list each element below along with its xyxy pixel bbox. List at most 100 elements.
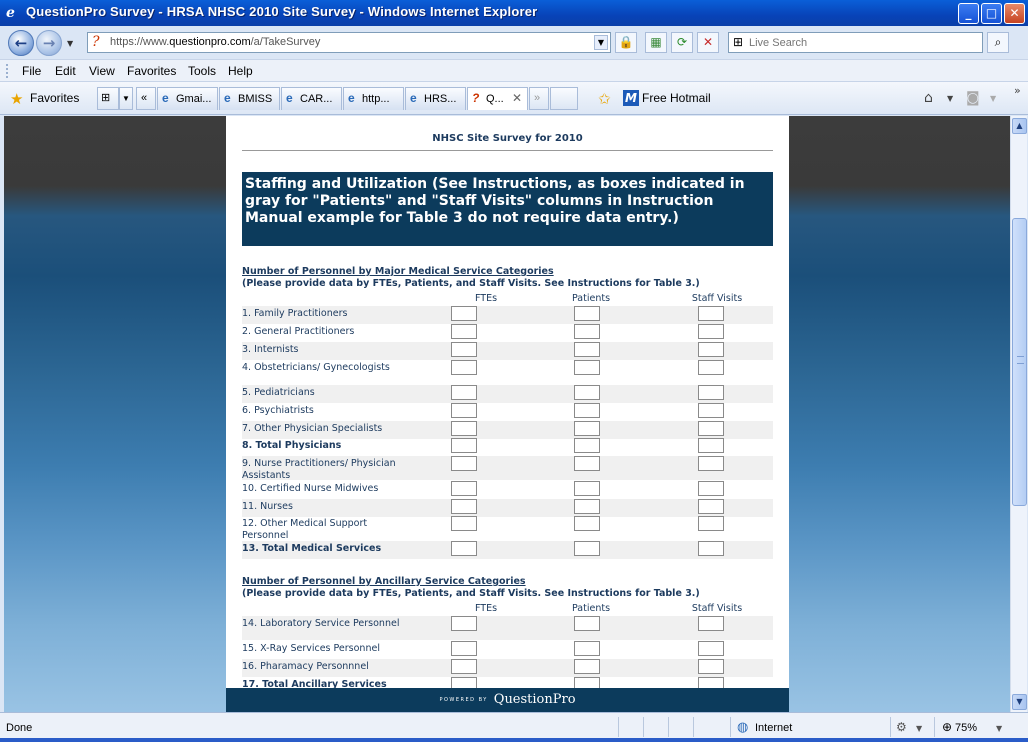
fte-input[interactable]: [451, 324, 477, 339]
staff-visits-input[interactable]: [698, 421, 724, 436]
tab-list-dropdown-icon[interactable]: ▼: [119, 87, 133, 110]
staff-visits-input[interactable]: [698, 438, 724, 453]
minimize-button[interactable]: _: [958, 3, 979, 24]
fte-input[interactable]: [451, 641, 477, 656]
tab-car[interactable]: e CAR...: [281, 87, 342, 110]
protected-mode-icon[interactable]: ⚙: [896, 720, 907, 734]
menu-tools[interactable]: Tools: [188, 64, 216, 78]
staff-visits-input[interactable]: [698, 541, 724, 556]
patients-input[interactable]: [574, 659, 600, 674]
staff-visits-input[interactable]: [698, 456, 724, 471]
tab-scroll-left-icon[interactable]: «: [136, 87, 156, 110]
protected-mode-dropdown-icon[interactable]: ▼: [916, 724, 922, 733]
search-field[interactable]: ⊞: [728, 32, 983, 53]
zoom-icon[interactable]: ⊕: [942, 720, 952, 734]
patients-input[interactable]: [574, 456, 600, 471]
patients-input[interactable]: [574, 342, 600, 357]
stop-icon[interactable]: ✕: [697, 32, 719, 53]
scroll-down-icon[interactable]: ▼: [1012, 694, 1027, 710]
menu-file[interactable]: File: [22, 64, 41, 78]
quick-tabs-icon[interactable]: ⊞: [97, 87, 119, 110]
patients-input[interactable]: [574, 541, 600, 556]
staff-visits-input[interactable]: [698, 306, 724, 321]
patients-input[interactable]: [574, 516, 600, 531]
fte-input[interactable]: [451, 456, 477, 471]
staff-visits-input[interactable]: [698, 616, 724, 631]
back-button[interactable]: ←: [8, 30, 34, 56]
staff-visits-input[interactable]: [698, 499, 724, 514]
tab-http[interactable]: e http...: [343, 87, 404, 110]
home-icon[interactable]: ⌂: [924, 90, 933, 106]
menu-help[interactable]: Help: [228, 64, 253, 78]
fte-input[interactable]: [451, 541, 477, 556]
feeds-icon[interactable]: ◙: [966, 90, 980, 106]
recent-pages-dropdown-icon[interactable]: ▼: [67, 39, 73, 48]
tab-bmiss[interactable]: e BMISS: [219, 87, 280, 110]
staff-visits-input[interactable]: [698, 481, 724, 496]
url-dropdown-icon[interactable]: ▼: [594, 35, 608, 50]
scrollbar-thumb[interactable]: [1012, 218, 1027, 506]
home-dropdown-icon[interactable]: ▼: [947, 94, 953, 103]
menu-view[interactable]: View: [89, 64, 115, 78]
forward-button[interactable]: →: [36, 30, 62, 56]
staff-visits-input[interactable]: [698, 516, 724, 531]
patients-input[interactable]: [574, 499, 600, 514]
scroll-up-icon[interactable]: ▲: [1012, 118, 1027, 134]
fte-input[interactable]: [451, 481, 477, 496]
add-favorite-icon[interactable]: ✩: [598, 90, 611, 108]
favorites-button[interactable]: Favorites: [30, 91, 79, 105]
compatibility-icon[interactable]: ▦: [645, 32, 667, 53]
favorites-star-icon[interactable]: ★: [10, 90, 23, 108]
tab-scroll-right-icon[interactable]: »: [529, 87, 549, 110]
tab-gmail[interactable]: e Gmai...: [157, 87, 218, 110]
fte-input[interactable]: [451, 516, 477, 531]
patients-input[interactable]: [574, 421, 600, 436]
zoom-level[interactable]: 75%: [955, 722, 977, 734]
menu-edit[interactable]: Edit: [55, 64, 76, 78]
maximize-button[interactable]: □: [981, 3, 1002, 24]
url-field[interactable]: ? https://www.questionpro.com/a/TakeSurv…: [87, 32, 611, 53]
refresh-icon[interactable]: ⟳: [671, 32, 693, 53]
fte-input[interactable]: [451, 342, 477, 357]
fte-input[interactable]: [451, 360, 477, 375]
fte-input[interactable]: [451, 385, 477, 400]
staff-visits-input[interactable]: [698, 324, 724, 339]
questionpro-logo[interactable]: QuestionPro: [494, 692, 576, 707]
close-tab-icon[interactable]: ✕: [512, 88, 522, 109]
staff-visits-input[interactable]: [698, 342, 724, 357]
fte-input[interactable]: [451, 403, 477, 418]
staff-visits-input[interactable]: [698, 360, 724, 375]
vertical-scrollbar[interactable]: ▲ ▼: [1010, 116, 1027, 712]
search-icon[interactable]: ⌕: [987, 32, 1009, 53]
tab-questionpro[interactable]: ? Q... ✕: [467, 87, 528, 110]
fte-input[interactable]: [451, 421, 477, 436]
lock-icon[interactable]: 🔒: [615, 32, 637, 53]
patients-input[interactable]: [574, 481, 600, 496]
search-input[interactable]: [749, 35, 974, 50]
tab-hrs[interactable]: e HRS...: [405, 87, 466, 110]
fte-input[interactable]: [451, 659, 477, 674]
staff-visits-input[interactable]: [698, 659, 724, 674]
fte-input[interactable]: [451, 306, 477, 321]
patients-input[interactable]: [574, 306, 600, 321]
patients-input[interactable]: [574, 360, 600, 375]
fte-input[interactable]: [451, 499, 477, 514]
close-window-button[interactable]: ✕: [1004, 3, 1025, 24]
toolbar-overflow-icon[interactable]: »: [1014, 84, 1021, 97]
free-hotmail-link[interactable]: Free Hotmail: [642, 91, 711, 105]
staff-visits-input[interactable]: [698, 385, 724, 400]
patients-input[interactable]: [574, 616, 600, 631]
patients-input[interactable]: [574, 324, 600, 339]
new-tab-button[interactable]: [550, 87, 578, 110]
patients-input[interactable]: [574, 641, 600, 656]
patients-input[interactable]: [574, 385, 600, 400]
staff-visits-input[interactable]: [698, 641, 724, 656]
fte-input[interactable]: [451, 438, 477, 453]
zoom-dropdown-icon[interactable]: ▼: [996, 724, 1002, 733]
fte-input[interactable]: [451, 616, 477, 631]
patients-input[interactable]: [574, 438, 600, 453]
patients-input[interactable]: [574, 403, 600, 418]
feeds-dropdown-icon[interactable]: ▼: [990, 94, 996, 103]
menu-favorites[interactable]: Favorites: [127, 64, 176, 78]
staff-visits-input[interactable]: [698, 403, 724, 418]
